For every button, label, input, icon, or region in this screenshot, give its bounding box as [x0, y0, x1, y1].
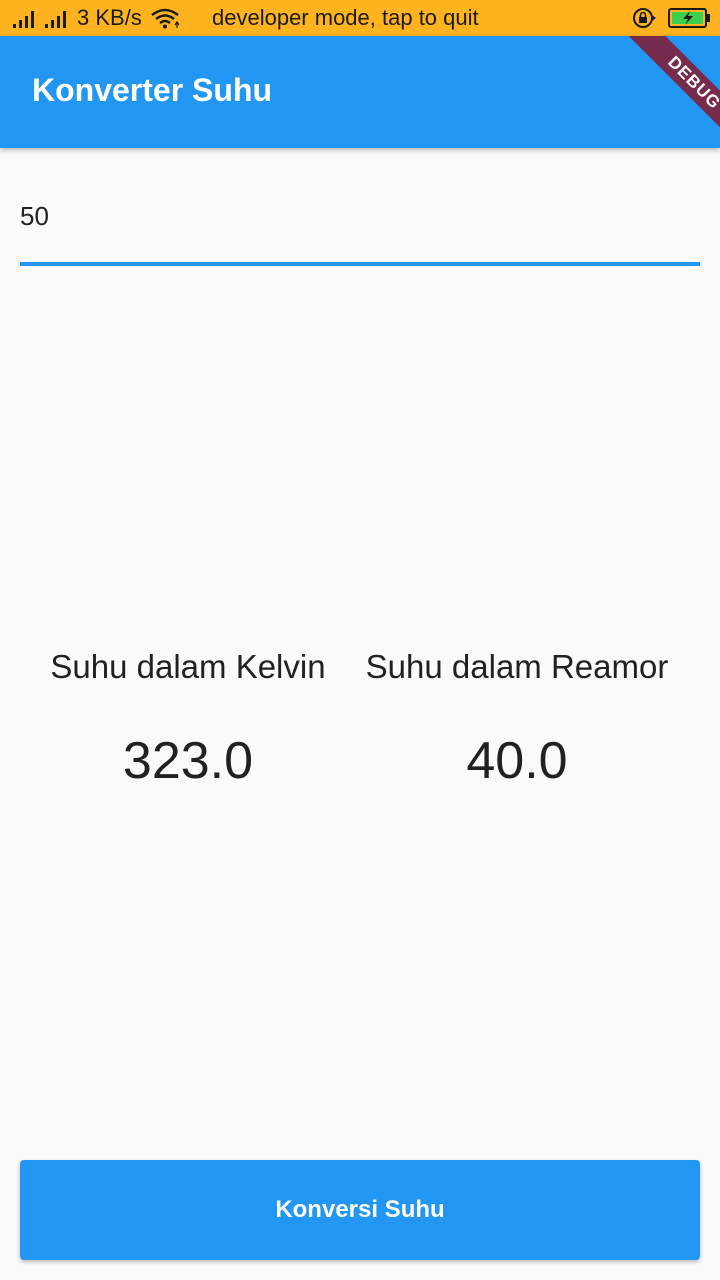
signal-icon — [45, 11, 66, 28]
kelvin-label: Suhu dalam Kelvin — [50, 648, 326, 685]
battery-charging-icon — [668, 8, 710, 28]
convert-button[interactable]: Konversi Suhu — [20, 1160, 700, 1260]
screen: 3 KB/s developer mode, tap to quit Konve… — [0, 0, 720, 1280]
celsius-input[interactable] — [20, 186, 700, 246]
rotation-lock-icon — [633, 8, 656, 28]
wifi-icon — [151, 8, 180, 29]
reamur-value: 40.0 — [466, 732, 568, 790]
kelvin-value: 323.0 — [122, 732, 254, 790]
reamur-label: Suhu dalam Reamor — [365, 648, 669, 685]
signal-icon — [13, 11, 34, 28]
network-speed: 3 KB/s — [77, 5, 142, 30]
input-underline — [20, 262, 700, 266]
app-bar: Konverter Suhu — [0, 36, 720, 148]
app-title: Konverter Suhu — [32, 72, 273, 108]
status-bar: 3 KB/s developer mode, tap to quit — [0, 0, 720, 36]
developer-mode-message[interactable]: developer mode, tap to quit — [212, 5, 479, 31]
